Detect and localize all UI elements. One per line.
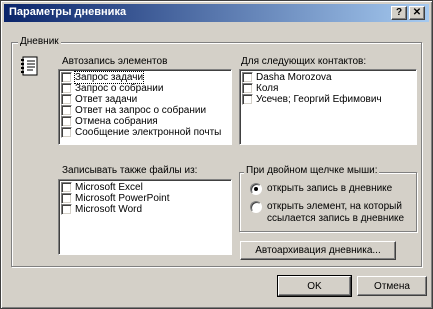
- files-label: Записывать также файлы из:: [62, 165, 198, 176]
- radio-button[interactable]: [250, 201, 262, 213]
- radio-open-item-line2: ссылается запись в дневнике: [267, 213, 405, 224]
- checkbox[interactable]: [242, 83, 253, 94]
- cancel-button[interactable]: Отмена: [357, 276, 427, 296]
- list-item[interactable]: Ответ задачи: [59, 94, 231, 105]
- list-item[interactable]: Запрос задачи: [59, 71, 231, 84]
- checkbox[interactable]: [61, 182, 72, 193]
- checkbox[interactable]: [61, 94, 72, 105]
- autorecord-list[interactable]: Запрос задачи Запрос о собрании Ответ за…: [58, 69, 232, 145]
- list-item[interactable]: Отмена собрания: [59, 116, 231, 127]
- journal-options-dialog: Параметры дневника ? ✕ Дневник Автозапис…: [0, 0, 433, 309]
- checkbox[interactable]: [242, 94, 253, 105]
- list-item[interactable]: Сообщение электронной почты: [59, 127, 231, 138]
- checkbox[interactable]: [61, 127, 72, 138]
- autoarchive-button[interactable]: Автоархивация дневника...: [240, 241, 396, 260]
- window-title: Параметры дневника: [9, 6, 127, 18]
- list-item[interactable]: Microsoft PowerPoint: [59, 193, 231, 204]
- title-bar[interactable]: Параметры дневника ? ✕: [4, 4, 429, 22]
- autorecord-label: Автозапись элементов: [62, 56, 168, 67]
- contacts-list[interactable]: Dasha Morozova Коля Усечев; Георгий Ефим…: [239, 69, 417, 145]
- contacts-label: Для следующих контактов:: [241, 56, 367, 67]
- list-item[interactable]: Ответ на запрос о собрании: [59, 105, 231, 116]
- help-button[interactable]: ?: [391, 6, 407, 20]
- list-item[interactable]: Запрос о собрании: [59, 83, 231, 94]
- checkbox[interactable]: [242, 72, 253, 83]
- checkbox[interactable]: [61, 72, 72, 83]
- list-item[interactable]: Коля: [240, 83, 416, 94]
- ok-button[interactable]: OK: [277, 275, 352, 297]
- checkbox[interactable]: [61, 105, 72, 116]
- list-item[interactable]: Microsoft Word: [59, 204, 231, 215]
- radio-open-item[interactable]: открыть элемент, на который ссылается за…: [250, 201, 404, 225]
- checkbox[interactable]: [61, 204, 72, 215]
- radio-button[interactable]: [250, 183, 262, 195]
- list-item[interactable]: Усечев; Георгий Ефимович: [240, 94, 416, 105]
- journal-group-legend: Дневник: [18, 36, 61, 47]
- checkbox[interactable]: [61, 193, 72, 204]
- close-button[interactable]: ✕: [409, 6, 425, 20]
- journal-book-icon: [21, 56, 38, 76]
- double-click-legend: При двойном щелчке мыши:: [244, 165, 380, 176]
- radio-open-item-line1: открыть элемент, на который: [267, 201, 402, 212]
- checkbox[interactable]: [61, 116, 72, 127]
- files-list[interactable]: Microsoft Excel Microsoft PowerPoint Mic…: [58, 179, 232, 255]
- checkbox[interactable]: [61, 83, 72, 94]
- list-item[interactable]: Microsoft Excel: [59, 182, 231, 193]
- list-item[interactable]: Dasha Morozova: [240, 72, 416, 83]
- radio-open-entry[interactable]: открыть запись в дневнике: [250, 183, 392, 195]
